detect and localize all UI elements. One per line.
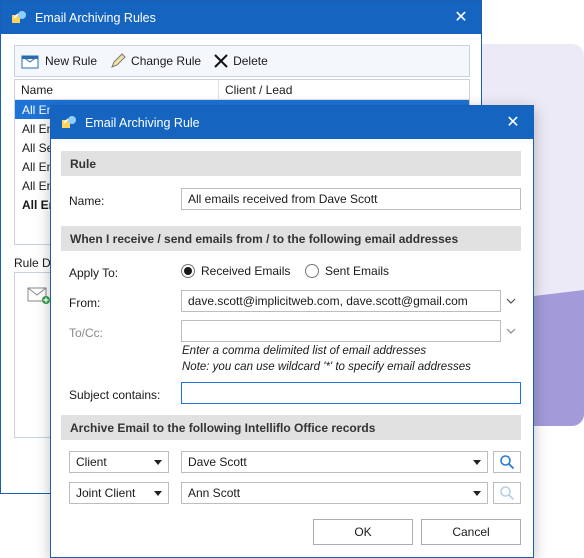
pencil-icon [111,53,126,68]
received-emails-radio[interactable]: Received Emails [181,264,290,278]
subject-contains-field[interactable] [181,382,521,404]
archive-rule-icon [62,115,76,128]
change-rule-label: Change Rule [131,54,202,68]
record-value-2: Ann Scott [188,486,241,500]
record-type-value-2: Joint Client [76,486,136,500]
rules-toolbar: New Rule Change Rule Delete [14,45,470,77]
emails-section-header: When I receive / send emails from / to t… [61,226,521,251]
email-hint-text: Enter a comma delimited list of email ad… [182,345,427,357]
name-field[interactable]: All emails received from Dave Scott [181,188,521,210]
from-label: From: [69,296,101,310]
column-header-client[interactable]: Client / Lead [219,80,298,99]
email-add-icon [27,287,50,304]
caret-down-icon [154,491,162,496]
column-header-name[interactable]: Name [15,80,219,99]
wildcard-note-text: Note: you can use wildcard '*' to specif… [182,361,471,373]
rule-details-label: Rule D [14,256,51,270]
tocc-label: To/Cc: [69,326,104,340]
close-icon[interactable]: ✕ [451,9,471,26]
search-button-1[interactable] [493,451,521,473]
caret-down-icon [473,460,481,465]
record-value-1: Dave Scott [188,455,247,469]
apply-to-label: Apply To: [69,266,119,280]
chevron-down-icon [506,298,516,304]
radio-selected-icon [181,264,195,278]
cancel-button[interactable]: Cancel [421,519,521,545]
sent-emails-radio[interactable]: Sent Emails [305,264,389,278]
record-type-select-2[interactable]: Joint Client [69,482,169,504]
close-icon[interactable]: ✕ [503,114,523,131]
from-field[interactable]: dave.scott@implicitweb.com, dave.scott@g… [181,290,501,312]
record-type-select-1[interactable]: Client [69,451,169,473]
sent-emails-label: Sent Emails [325,264,390,278]
search-icon [500,455,515,470]
archive-rules-icon [12,10,26,23]
delete-button[interactable]: Delete [213,53,268,69]
archive-section-header: Archive Email to the following Intellifl… [61,415,521,440]
record-type-value-1: Client [76,455,107,469]
chevron-down-icon [506,328,516,334]
tocc-dropdown-button[interactable] [501,320,521,342]
list-header: Name Client / Lead [15,80,469,100]
window-title: Email Archiving Rules [35,10,156,25]
ok-button[interactable]: OK [313,519,413,545]
tocc-field[interactable] [181,320,501,342]
window-titlebar: Email Archiving Rules ✕ [1,1,481,34]
email-archiving-rule-dialog: Email Archiving Rule ✕ Rule Name: All em… [50,105,534,558]
new-rule-label: New Rule [45,54,98,68]
record-select-2[interactable]: Ann Scott [181,482,488,504]
rule-section-header: Rule [61,151,521,176]
search-icon [500,486,515,501]
delete-icon [214,54,228,68]
subject-contains-label: Subject contains: [69,388,161,402]
caret-down-icon [473,491,481,496]
caret-down-icon [154,460,162,465]
name-label: Name: [69,194,105,208]
new-rule-icon [21,55,39,69]
received-emails-label: Received Emails [201,264,291,278]
record-select-1[interactable]: Dave Scott [181,451,488,473]
dialog-titlebar: Email Archiving Rule ✕ [51,106,533,139]
radio-unselected-icon [305,264,319,278]
new-rule-button[interactable]: New Rule [21,53,97,69]
delete-label: Delete [233,54,268,68]
from-dropdown-button[interactable] [501,290,521,312]
dialog-title: Email Archiving Rule [85,115,200,130]
change-rule-button[interactable]: Change Rule [109,52,201,70]
search-button-2[interactable] [493,482,521,504]
